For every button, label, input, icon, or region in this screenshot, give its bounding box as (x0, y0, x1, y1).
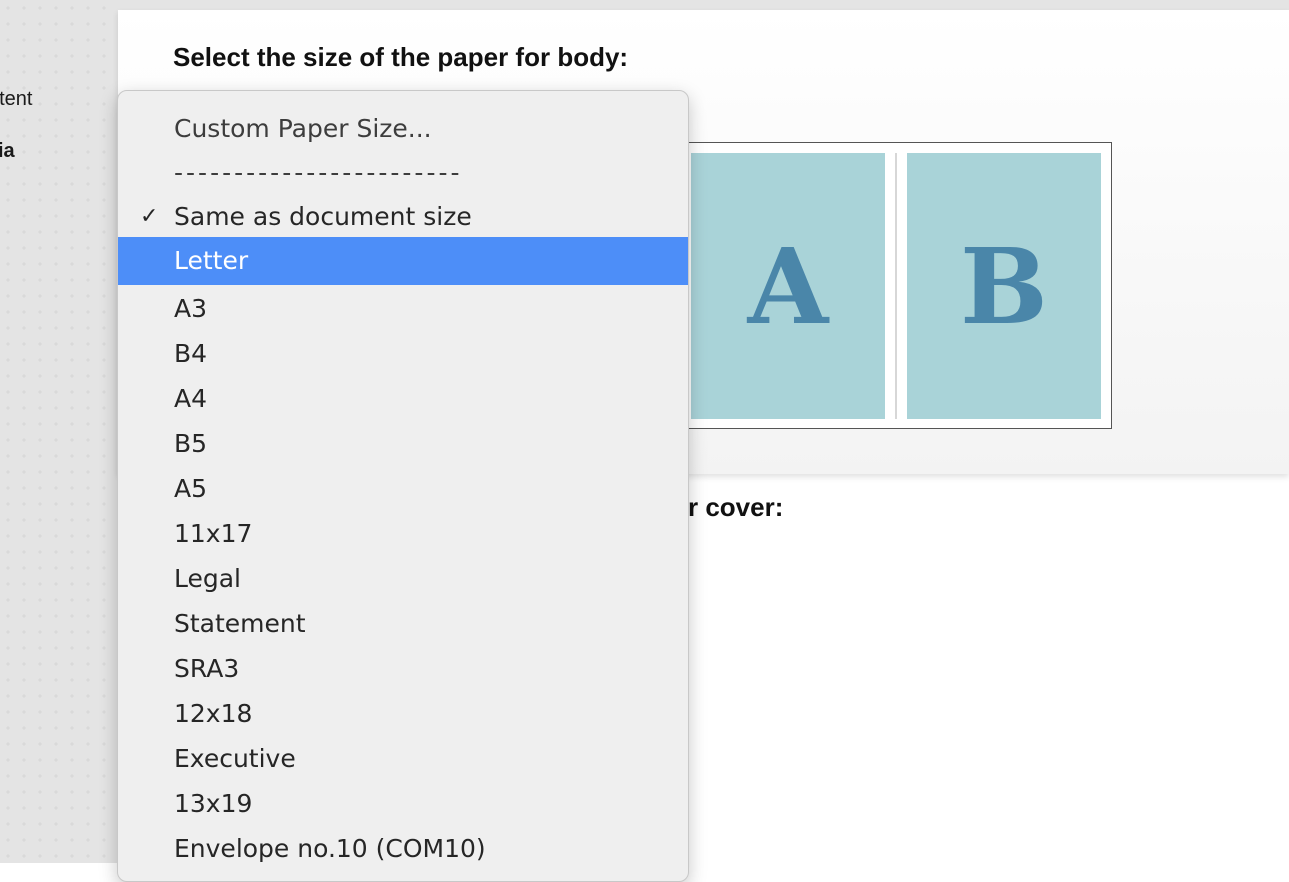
menu-item-label: Envelope no.10 (COM10) (174, 834, 486, 863)
menu-item-label: 11x17 (174, 519, 253, 548)
menu-item-same-as-document[interactable]: ✓ Same as document size (118, 195, 688, 239)
cover-paper-heading-text: r cover: (688, 492, 784, 522)
menu-item-a4[interactable]: A4 (118, 377, 688, 421)
menu-item-label: 13x19 (174, 789, 253, 818)
menu-separator-label: ------------------------ (174, 158, 463, 187)
sidebar-item-content[interactable]: ntent (0, 88, 110, 111)
menu-item-executive[interactable]: Executive (118, 737, 688, 781)
menu-item-label: B5 (174, 429, 208, 458)
menu-item-label: B4 (174, 339, 208, 368)
menu-item-13x19[interactable]: 13x19 (118, 782, 688, 826)
top-strip (118, 0, 1289, 10)
menu-item-label: Legal (174, 564, 242, 593)
menu-item-a5[interactable]: A5 (118, 467, 688, 511)
menu-item-label: Statement (174, 609, 306, 638)
menu-item-b5[interactable]: B5 (118, 422, 688, 466)
menu-item-statement[interactable]: Statement (118, 602, 688, 646)
menu-item-b4[interactable]: B4 (118, 332, 688, 376)
menu-item-label: A4 (174, 384, 208, 413)
menu-item-label: A5 (174, 474, 208, 503)
paper-preview: A B (680, 142, 1112, 429)
menu-item-sra3[interactable]: SRA3 (118, 647, 688, 691)
menu-item-a3[interactable]: A3 (118, 287, 688, 331)
menu-separator: ------------------------ (118, 151, 688, 195)
sidebar-item-media[interactable]: ia (0, 140, 110, 163)
sidebar: ntent ia (0, 0, 118, 863)
menu-item-label: Letter (174, 246, 249, 275)
preview-divider (895, 153, 897, 419)
checkmark-icon: ✓ (140, 204, 159, 229)
menu-item-envelope-com10[interactable]: Envelope no.10 (COM10) (118, 827, 688, 871)
menu-item-12x18[interactable]: 12x18 (118, 692, 688, 736)
menu-item-label: Same as document size (174, 202, 472, 231)
paper-size-dropdown-menu[interactable]: Custom Paper Size... -------------------… (117, 90, 689, 882)
body-paper-heading: Select the size of the paper for body: (173, 42, 629, 72)
preview-page-a: A (691, 153, 885, 419)
menu-item-letter[interactable]: Letter (118, 237, 688, 285)
menu-item-label: Executive (174, 744, 296, 773)
cover-paper-heading: r cover: (688, 492, 888, 523)
menu-item-label: Custom Paper Size... (174, 114, 432, 143)
menu-item-label: 12x18 (174, 699, 253, 728)
menu-item-11x17[interactable]: 11x17 (118, 512, 688, 556)
menu-item-custom-paper-size[interactable]: Custom Paper Size... (118, 107, 688, 151)
menu-item-legal[interactable]: Legal (118, 557, 688, 601)
menu-item-label: SRA3 (174, 654, 240, 683)
preview-page-b: B (907, 153, 1101, 419)
menu-item-label: A3 (174, 294, 208, 323)
